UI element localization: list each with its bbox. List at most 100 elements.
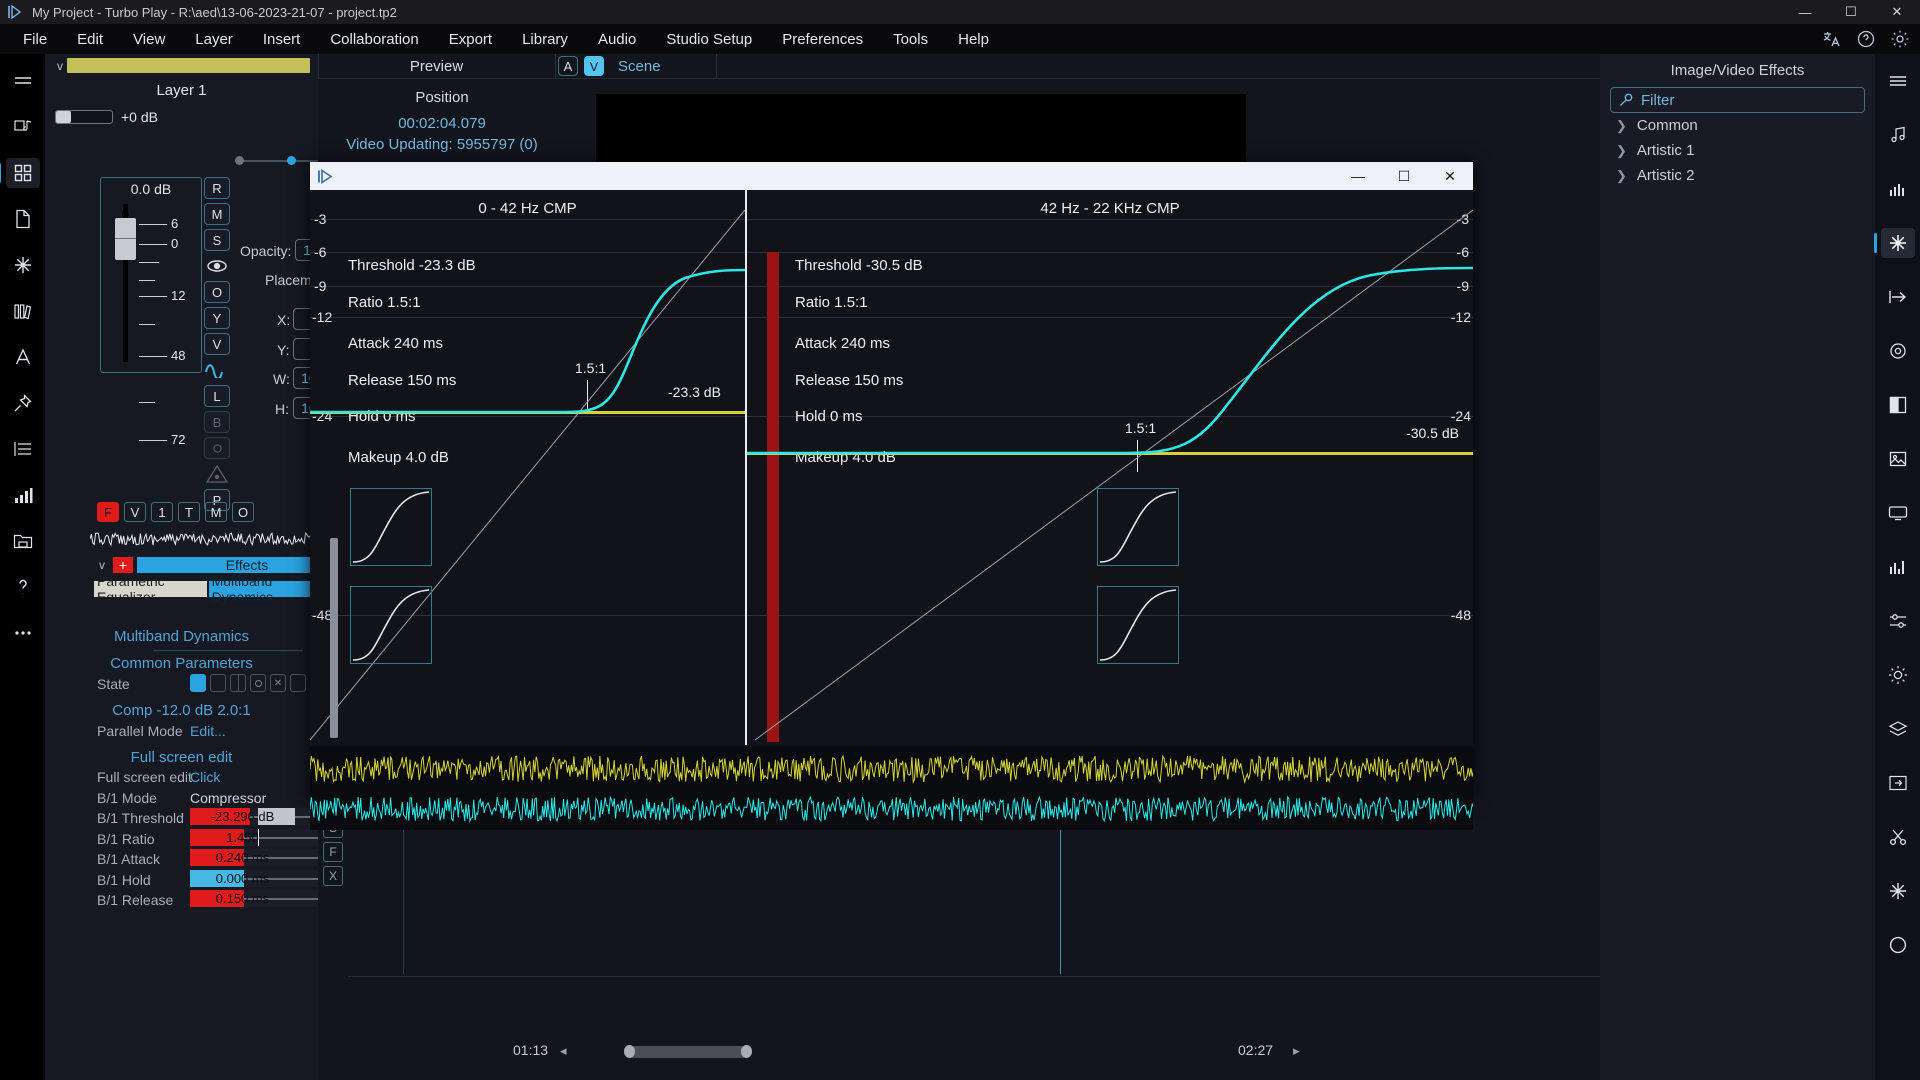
effect-category-artistic-2[interactable]: ❯ Artistic 2 (1600, 163, 1875, 188)
solo-button[interactable]: S (204, 229, 230, 251)
pin-icon[interactable] (6, 388, 40, 418)
band-high-thumbnail-2[interactable] (1097, 586, 1179, 664)
circle-icon[interactable] (204, 437, 230, 459)
band-graph-low[interactable]: 0 - 42 Hz CMP -3 -6 -9 -12 -24 -48 Thres… (310, 190, 745, 745)
param-slider-1[interactable]: -23.296 dB (190, 808, 325, 826)
menu-audio[interactable]: Audio (583, 27, 651, 52)
param-slider-3[interactable]: 0.240 ms (190, 849, 325, 867)
monitor-icon[interactable] (1881, 498, 1915, 528)
band-high-thumbnail-1[interactable] (1097, 488, 1179, 566)
gain-slider-knob[interactable] (56, 111, 71, 123)
help-circle-icon[interactable] (1856, 29, 1876, 49)
question-icon[interactable] (6, 572, 40, 602)
gear-icon[interactable] (1890, 29, 1910, 49)
sliders-icon[interactable] (1881, 606, 1915, 636)
pan-dot-left[interactable] (235, 156, 244, 165)
timeline-next-icon[interactable]: ▸ (1293, 1043, 1300, 1059)
param-slider-2[interactable]: 1.450 (190, 828, 325, 846)
mute-button[interactable]: M (204, 203, 230, 225)
state-button-circle[interactable] (250, 674, 266, 692)
share-icon[interactable] (1881, 768, 1915, 798)
music-icon[interactable] (1881, 120, 1915, 150)
flag-button-1[interactable]: 1 (151, 502, 173, 522)
image-icon[interactable] (1881, 444, 1915, 474)
star-icon[interactable] (1873, 228, 1915, 258)
menu-edit[interactable]: Edit (62, 27, 118, 52)
menu-insert[interactable]: Insert (248, 27, 316, 52)
layer-collapse-chevron-icon[interactable]: v (53, 59, 67, 73)
pan-dot-center[interactable] (287, 156, 296, 165)
effect-category-artistic-1[interactable]: ❯ Artistic 1 (1600, 138, 1875, 163)
param-slider-5[interactable]: 0.150 ms (190, 890, 325, 907)
circle-icon[interactable] (1881, 930, 1915, 960)
dialog-maximize-button[interactable]: ☐ (1381, 162, 1427, 190)
flag-button-m[interactable]: M (205, 502, 227, 522)
video-toggle[interactable]: V (584, 56, 604, 76)
menu-preferences[interactable]: Preferences (767, 27, 878, 52)
menu-library[interactable]: Library (507, 27, 583, 52)
full-screen-edit-value[interactable]: Click (190, 769, 220, 785)
state-button-on[interactable] (190, 674, 206, 692)
menu-collaboration[interactable]: Collaboration (315, 27, 433, 52)
band-low-thumbnail-2[interactable] (350, 586, 432, 664)
scene-label[interactable]: Scene (618, 58, 661, 75)
timeline-prev-icon[interactable]: ◂ (560, 1043, 567, 1059)
state-button-empty[interactable] (290, 674, 306, 692)
timeline-scroll-right-handle[interactable] (741, 1045, 752, 1058)
sparkle-icon[interactable] (1881, 876, 1915, 906)
dialog-close-button[interactable]: ✕ (1427, 162, 1473, 190)
v-button[interactable]: V (204, 333, 230, 355)
folder-icon[interactable] (6, 526, 40, 556)
flag-button-f[interactable]: F (97, 502, 119, 522)
state-button-x[interactable]: ✕ (270, 674, 286, 692)
flag-button-o[interactable]: O (232, 502, 254, 522)
text-icon[interactable] (6, 342, 40, 372)
state-button-split[interactable] (230, 674, 246, 692)
menu-view[interactable]: View (118, 27, 180, 52)
band-low-thumbnail-1[interactable] (350, 488, 432, 566)
tab-multiband-dynamics[interactable]: Multiband Dynamics (208, 573, 318, 605)
menu-help[interactable]: Help (943, 27, 1004, 52)
track-button-x[interactable]: X (323, 866, 343, 886)
menu-export[interactable]: Export (434, 27, 507, 52)
add-effect-button[interactable]: + (113, 557, 133, 573)
maximize-button[interactable]: ☐ (1828, 0, 1874, 24)
grid-icon[interactable] (0, 158, 40, 188)
timeline-scroll-left-handle[interactable] (624, 1045, 635, 1058)
lock-button[interactable]: L (204, 385, 230, 407)
layers-icon[interactable] (1881, 714, 1915, 744)
layer-color-bar[interactable] (67, 58, 310, 73)
effects-collapse-chevron-icon[interactable]: v (95, 558, 109, 572)
timeline-scrollbar[interactable] (628, 1046, 748, 1058)
menu-tools[interactable]: Tools (878, 27, 943, 52)
audio-toggle[interactable]: A (558, 56, 578, 76)
wave-icon[interactable] (204, 359, 230, 381)
dialog-left-scrollbar[interactable] (330, 538, 338, 738)
menu-studio-setup[interactable]: Studio Setup (651, 27, 767, 52)
document-icon[interactable] (6, 204, 40, 234)
menu-file[interactable]: File (8, 27, 62, 52)
effect-category-common[interactable]: ❯ Common (1600, 113, 1875, 138)
list-icon[interactable] (6, 434, 40, 464)
arrow-right-icon[interactable] (1881, 282, 1915, 312)
flag-button-t[interactable]: T (178, 502, 200, 522)
eye-icon[interactable] (204, 255, 230, 277)
contrast-icon[interactable] (1881, 390, 1915, 420)
chart-icon[interactable] (1881, 552, 1915, 582)
menu-icon[interactable] (6, 66, 40, 96)
fader-handle[interactable] (115, 218, 136, 260)
brightness-icon[interactable] (1881, 660, 1915, 690)
columns-icon[interactable] (6, 296, 40, 326)
media-icon[interactable] (6, 112, 40, 142)
tab-parametric-equalizer[interactable]: Parametric Equalizer (94, 573, 207, 605)
menu-layer[interactable]: Layer (180, 27, 248, 52)
close-button[interactable]: ✕ (1874, 0, 1920, 24)
effects-star-icon[interactable] (6, 250, 40, 280)
menu-icon[interactable] (1881, 66, 1915, 96)
output-button[interactable]: O (204, 281, 230, 303)
record-button[interactable]: R (204, 177, 230, 199)
param-value-0[interactable]: Compressor (190, 790, 266, 806)
minimize-button[interactable]: — (1782, 0, 1828, 24)
volume-fader[interactable]: 0.0 dB 6 0 12 48 72 (100, 177, 202, 447)
flag-button-v[interactable]: V (124, 502, 146, 522)
